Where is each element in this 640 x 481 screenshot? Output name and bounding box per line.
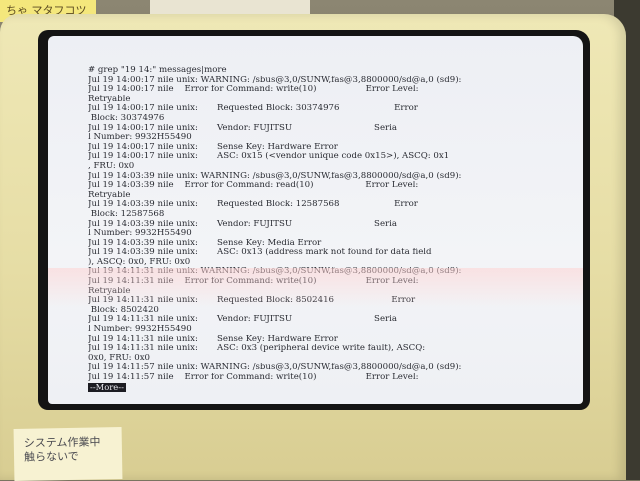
terminal-line: Jul 19 14:03:39 nile unix: Sense Key: Me… bbox=[88, 238, 322, 248]
more-pager-prompt[interactable]: --More-- bbox=[88, 382, 126, 392]
terminal-line: Jul 19 14:11:31 nile unix: ASC: 0x3 (per… bbox=[88, 344, 426, 354]
terminal-line: Jul 19 14:00:17 nile unix: Sense Key: Ha… bbox=[88, 142, 338, 152]
terminal-line: Retryable bbox=[88, 94, 131, 104]
terminal-line: Jul 19 14:00:17 nile unix: ASC: 0x15 (<v… bbox=[88, 152, 450, 162]
terminal-line: Jul 19 14:11:31 nile unix: Vendor: FUJIT… bbox=[88, 315, 398, 325]
terminal-line: , FRU: 0x0 bbox=[88, 161, 135, 171]
terminal-line: Jul 19 14:00:17 nile unix: Vendor: FUJIT… bbox=[88, 123, 398, 133]
terminal-line: l Number: 9932H55490 bbox=[88, 133, 192, 143]
terminal-line: Jul 19 14:03:39 nile unix: ASC: 0x13 (ad… bbox=[88, 248, 432, 258]
terminal-line: Block: 12587568 bbox=[88, 209, 165, 219]
terminal-line: Jul 19 14:03:39 nile unix: Requested Blo… bbox=[88, 200, 418, 210]
terminal-display: # grep "19 14:" messages|more Jul 19 14:0… bbox=[48, 36, 583, 404]
sticky-note-line: 触らないで bbox=[23, 449, 79, 464]
terminal-line: Jul 19 14:00:17 nile unix: WARNING: /sbu… bbox=[88, 75, 462, 85]
terminal-line: Retryable bbox=[88, 190, 131, 200]
terminal-line: Retryable bbox=[88, 286, 131, 296]
terminal-line: Block: 30374976 bbox=[88, 113, 165, 123]
terminal-line: Block: 8502420 bbox=[88, 305, 159, 315]
terminal-line: Jul 19 14:11:31 nile Error for Command: … bbox=[88, 277, 419, 287]
terminal-output: # grep "19 14:" messages|more Jul 19 14:0… bbox=[88, 66, 578, 392]
shell-command-line: # grep "19 14:" messages|more bbox=[88, 66, 227, 75]
paper-edge bbox=[150, 0, 310, 14]
sticky-note-bottom: システム作業中 触らないで bbox=[13, 427, 123, 481]
terminal-line: Jul 19 14:11:57 nile unix: WARNING: /sbu… bbox=[88, 363, 462, 373]
terminal-line: Jul 19 14:03:39 nile Error for Command: … bbox=[88, 181, 419, 191]
terminal-line: Jul 19 14:11:31 nile unix: Sense Key: Ha… bbox=[88, 334, 338, 344]
terminal-line: Jul 19 14:11:57 nile Error for Command: … bbox=[88, 373, 419, 382]
terminal-line: Jul 19 14:03:39 nile unix: WARNING: /sbu… bbox=[88, 171, 462, 181]
terminal-line: l Number: 9932H55490 bbox=[88, 229, 192, 239]
sticky-note-line: システム作業中 bbox=[23, 435, 101, 450]
terminal-line: ), ASCQ: 0x0, FRU: 0x0 bbox=[88, 257, 191, 267]
terminal-line: Jul 19 14:03:39 nile unix: Vendor: FUJIT… bbox=[88, 219, 398, 229]
terminal-line: Jul 19 14:11:31 nile unix: WARNING: /sbu… bbox=[88, 267, 462, 277]
terminal-line: Jul 19 14:00:17 nile Error for Command: … bbox=[88, 85, 419, 95]
terminal-line: Jul 19 14:11:31 nile unix: Requested Blo… bbox=[88, 296, 416, 306]
terminal-line: Jul 19 14:00:17 nile unix: Requested Blo… bbox=[88, 104, 418, 114]
terminal-line: 0x0, FRU: 0x0 bbox=[88, 353, 151, 363]
pager-line: --More-- bbox=[88, 382, 578, 393]
terminal-line: l Number: 9932H55490 bbox=[88, 325, 192, 335]
